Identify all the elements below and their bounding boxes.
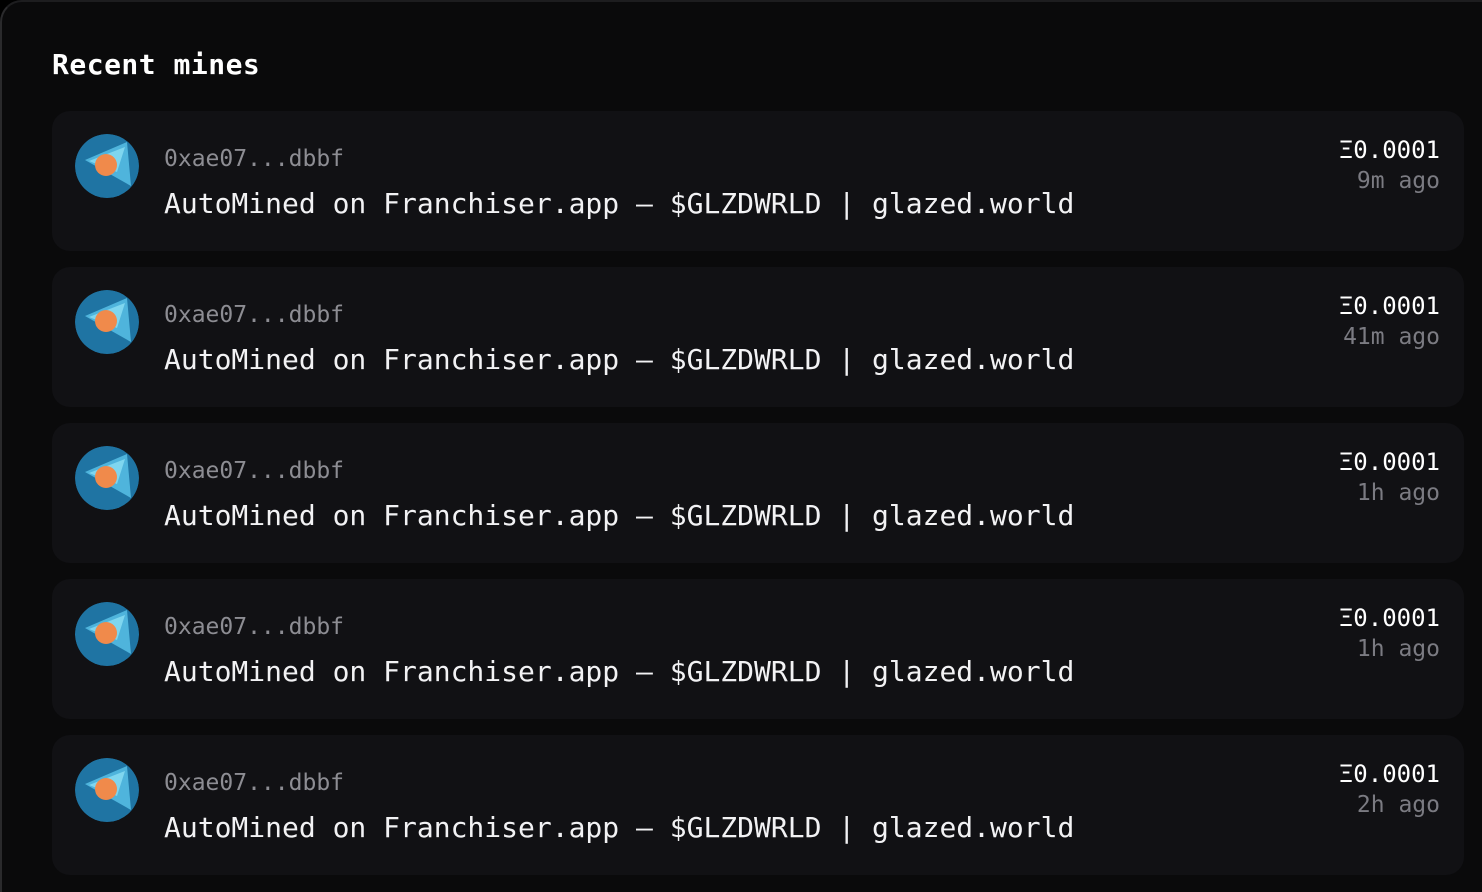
mine-timestamp: 1h ago [1356,480,1440,506]
miner-address[interactable]: 0xae07...dbbf [164,614,344,640]
mine-row[interactable]: 0xae07...dbbf AutoMined on Franchiser.ap… [52,579,1464,719]
recent-mines-panel: Recent mines 0xae07...dbbf AutoMined on … [0,0,1482,892]
miner-address[interactable]: 0xae07...dbbf [164,458,344,484]
mine-amount: Ξ0.0001 [1338,136,1440,164]
miner-address[interactable]: 0xae07...dbbf [164,146,344,172]
mine-row[interactable]: 0xae07...dbbf AutoMined on Franchiser.ap… [52,267,1464,407]
miner-avatar-icon[interactable] [75,134,139,198]
mine-message: AutoMined on Franchiser.app — $GLZDWRLD … [164,499,1075,532]
mine-message: AutoMined on Franchiser.app — $GLZDWRLD … [164,187,1075,220]
mine-timestamp: 1h ago [1356,636,1440,662]
mine-timestamp: 41m ago [1343,324,1440,350]
mine-row[interactable]: 0xae07...dbbf AutoMined on Franchiser.ap… [52,111,1464,251]
section-title: Recent mines [52,48,261,81]
mine-timestamp: 2h ago [1356,792,1440,818]
miner-avatar-icon[interactable] [75,290,139,354]
mine-amount: Ξ0.0001 [1338,292,1440,320]
mine-message: AutoMined on Franchiser.app — $GLZDWRLD … [164,811,1075,844]
mine-amount: Ξ0.0001 [1338,604,1440,632]
mines-list: 0xae07...dbbf AutoMined on Franchiser.ap… [52,111,1464,891]
mine-row[interactable]: 0xae07...dbbf AutoMined on Franchiser.ap… [52,735,1464,875]
mine-timestamp: 9m ago [1356,168,1440,194]
miner-avatar-icon[interactable] [75,446,139,510]
miner-address[interactable]: 0xae07...dbbf [164,302,344,328]
mine-message: AutoMined on Franchiser.app — $GLZDWRLD … [164,655,1075,688]
mine-row[interactable]: 0xae07...dbbf AutoMined on Franchiser.ap… [52,423,1464,563]
miner-address[interactable]: 0xae07...dbbf [164,770,344,796]
miner-avatar-icon[interactable] [75,602,139,666]
mine-amount: Ξ0.0001 [1338,448,1440,476]
mine-amount: Ξ0.0001 [1338,760,1440,788]
mine-message: AutoMined on Franchiser.app — $GLZDWRLD … [164,343,1075,376]
miner-avatar-icon[interactable] [75,758,139,822]
